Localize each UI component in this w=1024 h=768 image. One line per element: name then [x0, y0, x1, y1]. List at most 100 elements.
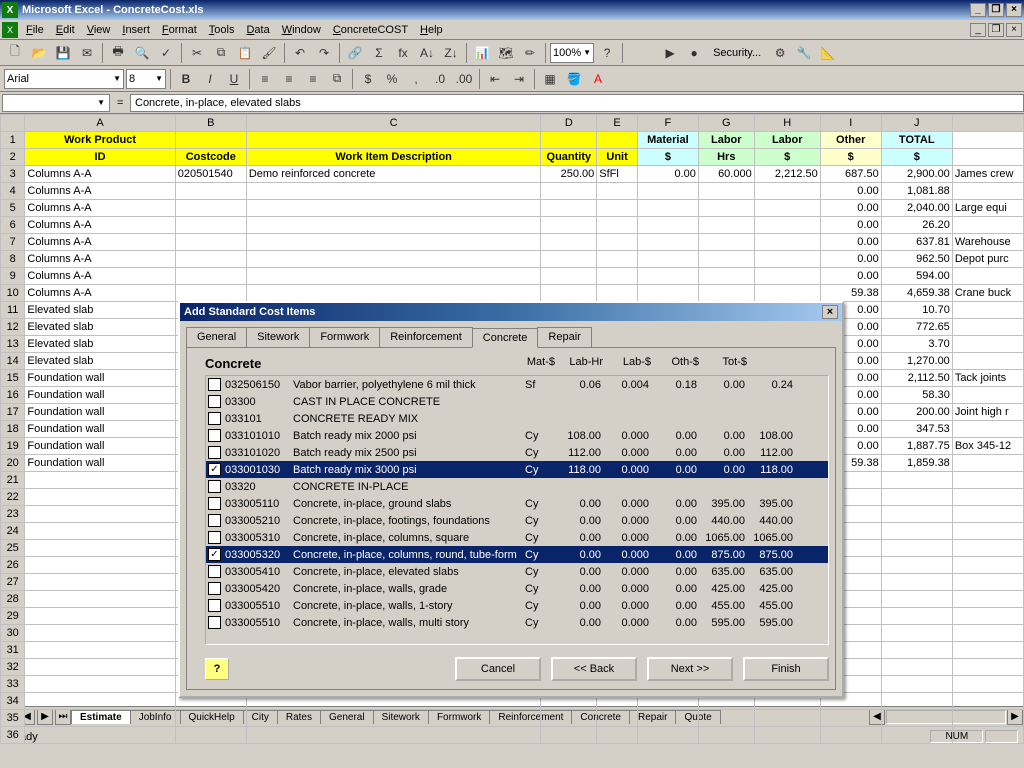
workbook-icon[interactable]: X	[2, 22, 18, 38]
comma-icon[interactable]: ,	[405, 68, 427, 90]
doc-minimize-button[interactable]: _	[970, 23, 986, 37]
inc-indent-icon[interactable]: ⇥	[508, 68, 530, 90]
borders-icon[interactable]: ▦	[539, 68, 561, 90]
undo-icon[interactable]: ↶	[289, 42, 311, 64]
dialog-tab-concrete[interactable]: Concrete	[472, 328, 539, 348]
dialog-tab-formwork[interactable]: Formwork	[309, 327, 380, 347]
cut-icon[interactable]: ✂	[186, 42, 208, 64]
run-macro-icon[interactable]: ▶	[659, 42, 681, 64]
stop-macro-icon[interactable]: ●	[683, 42, 705, 64]
col-header[interactable]: I	[820, 115, 881, 132]
checkbox[interactable]	[208, 582, 221, 595]
map-icon[interactable]: 🗺	[495, 42, 517, 64]
cancel-button[interactable]: Cancel	[455, 657, 541, 681]
open-icon[interactable]: 📂	[28, 42, 50, 64]
col-header[interactable]	[952, 115, 1023, 132]
minimize-button[interactable]: _	[970, 3, 986, 17]
align-right-icon[interactable]: ≡	[302, 68, 324, 90]
bold-icon[interactable]: B	[175, 68, 197, 90]
col-header[interactable]: A	[25, 115, 175, 132]
checkbox[interactable]	[208, 480, 221, 493]
font-combo[interactable]: Arial▼	[4, 69, 124, 89]
menu-format[interactable]: Format	[156, 22, 203, 38]
col-header[interactable]: G	[698, 115, 754, 132]
cost-item-row[interactable]: 033005510Concrete, in-place, walls, 1-st…	[206, 597, 828, 614]
doc-restore-button[interactable]: ❐	[988, 23, 1004, 37]
menu-view[interactable]: View	[81, 22, 117, 38]
menu-window[interactable]: Window	[276, 22, 327, 38]
zoom-combo[interactable]: 100%▼	[550, 43, 594, 63]
align-left-icon[interactable]: ≡	[254, 68, 276, 90]
save-icon[interactable]: 💾	[52, 42, 74, 64]
copy-icon[interactable]: ⧉	[210, 42, 232, 64]
checkbox[interactable]	[208, 514, 221, 527]
italic-icon[interactable]: I	[199, 68, 221, 90]
spell-icon[interactable]: ✓	[155, 42, 177, 64]
equals-icon[interactable]: =	[110, 97, 130, 109]
cost-item-row[interactable]: 033101010Batch ready mix 2000 psiCy108.0…	[206, 427, 828, 444]
cost-item-row[interactable]: 033005410Concrete, in-place, elevated sl…	[206, 563, 828, 580]
mail-icon[interactable]: ✉	[76, 42, 98, 64]
security-button[interactable]: Security...	[707, 45, 767, 61]
checkbox[interactable]	[208, 378, 221, 391]
function-icon[interactable]: fx	[392, 42, 414, 64]
align-center-icon[interactable]: ≡	[278, 68, 300, 90]
dialog-titlebar[interactable]: Add Standard Cost Items ×	[180, 303, 842, 321]
cost-item-row[interactable]: 03320CONCRETE IN-PLACE	[206, 478, 828, 495]
cost-item-row[interactable]: 033005510Concrete, in-place, walls, mult…	[206, 614, 828, 631]
cost-item-row[interactable]: 03300CAST IN PLACE CONCRETE	[206, 393, 828, 410]
drawing-icon[interactable]: ✏	[519, 42, 541, 64]
menu-insert[interactable]: Insert	[116, 22, 156, 38]
dialog-tab-sitework[interactable]: Sitework	[246, 327, 310, 347]
help-button[interactable]: ?	[205, 658, 229, 680]
menu-concretecost[interactable]: ConcreteCOST	[327, 22, 414, 38]
sort-asc-icon[interactable]: A↓	[416, 42, 438, 64]
cost-item-row[interactable]: 033005110Concrete, in-place, ground slab…	[206, 495, 828, 512]
checkbox[interactable]	[208, 616, 221, 629]
currency-icon[interactable]: $	[357, 68, 379, 90]
checkbox[interactable]	[208, 412, 221, 425]
menu-data[interactable]: Data	[240, 22, 275, 38]
print-icon[interactable]: 🖶	[107, 42, 129, 64]
cost-item-row[interactable]: ✓033005320Concrete, in-place, columns, r…	[206, 546, 828, 563]
checkbox[interactable]	[208, 565, 221, 578]
checkbox[interactable]	[208, 446, 221, 459]
paste-icon[interactable]: 📋	[234, 42, 256, 64]
dec-decimal-icon[interactable]: .00	[453, 68, 475, 90]
design-icon[interactable]: 📐	[817, 42, 839, 64]
format-painter-icon[interactable]: 🖌	[258, 42, 280, 64]
menu-help[interactable]: Help	[414, 22, 449, 38]
controls-icon[interactable]: 🔧	[793, 42, 815, 64]
items-list[interactable]: 032506150Vabor barrier, polyethylene 6 m…	[205, 375, 829, 645]
dialog-tab-general[interactable]: General	[186, 327, 247, 347]
merge-icon[interactable]: ⧉	[326, 68, 348, 90]
col-header[interactable]: J	[881, 115, 952, 132]
autosum-icon[interactable]: Σ	[368, 42, 390, 64]
font-color-icon[interactable]: A	[587, 68, 609, 90]
hyperlink-icon[interactable]: 🔗	[344, 42, 366, 64]
checkbox[interactable]	[208, 497, 221, 510]
menu-tools[interactable]: Tools	[203, 22, 241, 38]
menu-file[interactable]: File	[20, 22, 50, 38]
sort-desc-icon[interactable]: Z↓	[440, 42, 462, 64]
chart-icon[interactable]: 📊	[471, 42, 493, 64]
inc-decimal-icon[interactable]: .0	[429, 68, 451, 90]
dialog-tab-reinforcement[interactable]: Reinforcement	[379, 327, 473, 347]
doc-close-button[interactable]: ×	[1006, 23, 1022, 37]
worksheet[interactable]: ABCDEFGHIJ1Work ProductMaterialLaborLabo…	[0, 114, 1024, 706]
col-header[interactable]: D	[541, 115, 597, 132]
menu-edit[interactable]: Edit	[50, 22, 81, 38]
redo-icon[interactable]: ↷	[313, 42, 335, 64]
name-box[interactable]: ▼	[2, 94, 110, 112]
finish-button[interactable]: Finish	[743, 657, 829, 681]
percent-icon[interactable]: %	[381, 68, 403, 90]
col-header[interactable]: F	[637, 115, 698, 132]
back-button[interactable]: << Back	[551, 657, 637, 681]
cost-item-row[interactable]: ✓033001030Batch ready mix 3000 psiCy118.…	[206, 461, 828, 478]
dec-indent-icon[interactable]: ⇤	[484, 68, 506, 90]
checkbox[interactable]: ✓	[208, 463, 221, 476]
cost-item-row[interactable]: 033101020Batch ready mix 2500 psiCy112.0…	[206, 444, 828, 461]
checkbox[interactable]	[208, 429, 221, 442]
checkbox[interactable]	[208, 395, 221, 408]
col-header[interactable]: E	[597, 115, 638, 132]
